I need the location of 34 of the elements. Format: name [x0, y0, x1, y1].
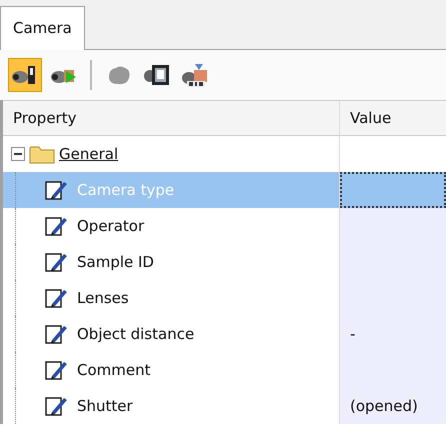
toolbar-button[interactable]: [8, 58, 42, 92]
property-name: Object distance: [77, 324, 194, 345]
property-name-cell[interactable]: Lenses: [3, 280, 340, 316]
camera-tab[interactable]: Camera: [0, 6, 85, 50]
property-value: -: [350, 324, 356, 345]
edit-icon: [45, 179, 69, 201]
collapse-icon[interactable]: [11, 147, 25, 161]
property-name-cell[interactable]: Object distance: [3, 316, 340, 352]
column-header[interactable]: Value: [340, 101, 446, 135]
edit-icon: [45, 395, 69, 417]
edit-icon: [45, 251, 69, 273]
edit-icon: [45, 323, 69, 345]
property-name: Operator: [77, 216, 144, 237]
group-label[interactable]: General: [59, 142, 118, 166]
property-name-cell[interactable]: Shutter: [3, 388, 340, 424]
column-header[interactable]: Property: [3, 101, 340, 135]
property-name: Lenses: [77, 288, 129, 309]
property-value-cell[interactable]: -: [340, 316, 446, 352]
property-name-cell[interactable]: Operator: [3, 208, 340, 244]
frame-icon: [143, 63, 171, 87]
mio-camera-icon: [181, 62, 209, 88]
property-name: Shutter: [77, 396, 133, 417]
property-value-cell[interactable]: [340, 172, 446, 208]
property-name: Sample ID: [77, 252, 154, 273]
property-name: Comment: [77, 360, 150, 381]
property-name-cell[interactable]: Comment: [3, 352, 340, 388]
property-value-cell[interactable]: [340, 208, 446, 244]
edit-icon: [45, 215, 69, 237]
property-name-cell[interactable]: Sample ID: [3, 244, 340, 280]
edit-icon: [45, 359, 69, 381]
property-value: (opened): [350, 396, 418, 417]
edit-icon: [45, 287, 69, 309]
property-value-cell[interactable]: (opened): [340, 388, 446, 424]
property-name: Camera type: [77, 180, 174, 201]
